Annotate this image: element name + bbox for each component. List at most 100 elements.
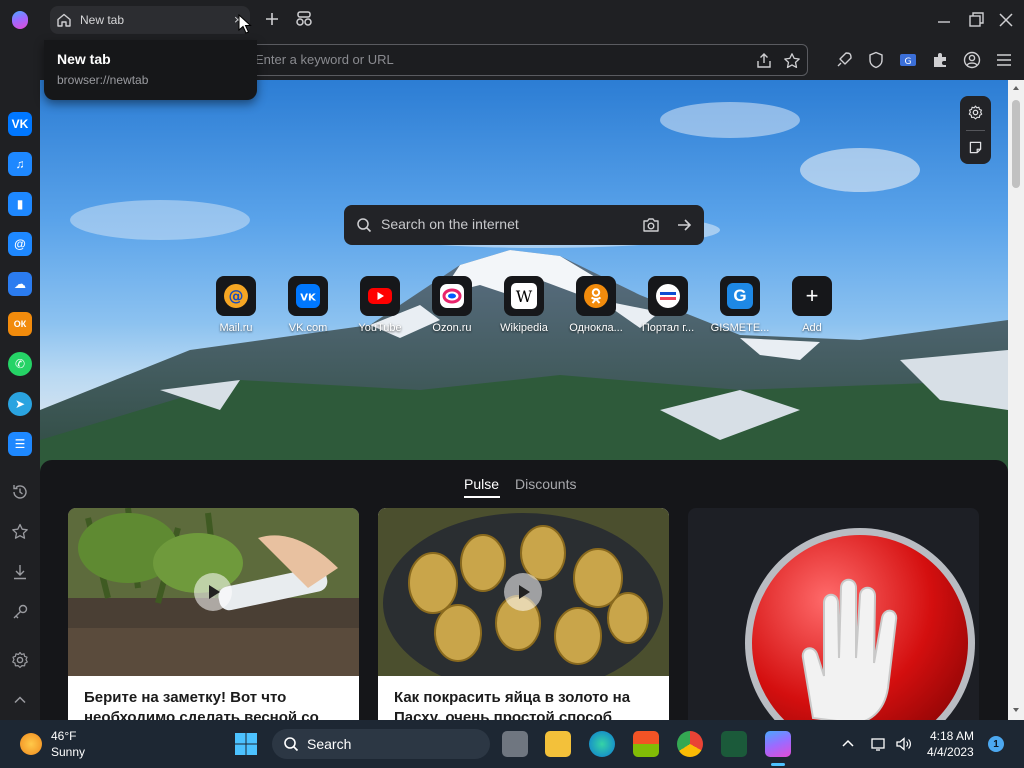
profile-icon[interactable] [962,50,982,70]
tile-youtube[interactable]: YouTube [349,276,411,334]
task-view-icon[interactable] [502,731,528,757]
share-icon[interactable] [755,52,773,70]
active-tab-indicator [464,496,500,498]
solitaire-icon[interactable] [721,731,747,757]
sidebar-app-odnoklassniki[interactable]: ОК [8,312,32,336]
page-settings-panel [960,96,991,164]
scroll-down-arrow-icon[interactable] [1012,706,1020,714]
translate-icon[interactable]: G [898,50,918,70]
tile-add[interactable]: + Add [781,276,843,334]
key-icon[interactable] [10,602,30,622]
sidebar-app-telegram[interactable]: ➤ [8,392,32,416]
tile-label: Однокла... [569,322,623,334]
news-card[interactable]: Как покрасить яйца в золото на Пасху, оч… [378,508,669,720]
mailru-icon: @ [216,276,256,316]
customize-gear-icon[interactable] [967,104,984,121]
bookmarks-star-icon[interactable] [10,522,30,542]
sidebar-app-vk[interactable]: VK [8,112,32,136]
weather-temperature[interactable]: 46°F [51,729,76,743]
downloads-icon[interactable] [10,562,30,582]
history-icon[interactable] [10,482,30,502]
weather-condition[interactable]: Sunny [51,745,85,759]
chrome-icon[interactable] [677,731,703,757]
tile-label: GISMETE... [710,322,770,334]
tile-mail-ru[interactable]: @ Mail.ru [205,276,267,334]
tile-gismeteo[interactable]: G GISMETE... [709,276,771,334]
tile-wikipedia[interactable]: W Wikipedia [493,276,555,334]
address-input[interactable] [255,52,735,67]
tile-label: VK.com [288,322,328,334]
sidebar-app-tasks[interactable]: ☰ [8,432,32,456]
vk-icon: VK [288,276,328,316]
tab-new-tab[interactable]: New tab × [50,6,250,34]
settings-gear-icon[interactable] [10,650,30,670]
news-card[interactable]: Берите на заметку! Вот что необходимо сд… [68,508,359,720]
minimize-icon[interactable] [934,10,954,30]
file-explorer-icon[interactable] [545,731,571,757]
sidebar-app-stats[interactable]: ▮ [8,192,32,216]
microsoft-store-icon[interactable] [633,731,659,757]
tab-pulse[interactable]: Pulse [464,476,499,492]
browser-logo-icon[interactable] [12,11,28,29]
sidebar-app-whatsapp[interactable]: ✆ [8,352,32,376]
ad-card[interactable] [688,508,979,720]
tab-title: New tab [80,13,125,27]
clock-date[interactable]: 4/4/2023 [927,745,974,759]
scroll-up-arrow-icon[interactable] [1012,84,1020,92]
camera-search-icon[interactable] [642,216,660,234]
shield-icon[interactable] [866,50,886,70]
sun-weather-icon[interactable] [20,733,42,755]
close-window-icon[interactable] [996,10,1016,30]
play-video-button[interactable] [194,573,232,611]
browser-taskbar-icon[interactable] [765,731,791,757]
odnoklassniki-icon [576,276,616,316]
tile-ozon[interactable]: Ozon.ru [421,276,483,334]
odnoklassniki-icon: ОК [13,319,27,329]
tile-odnoklassniki[interactable]: Однокла... [565,276,627,334]
taskbar-search-box[interactable]: Search [272,729,490,759]
tile-gosuslugi[interactable]: Портал г... [637,276,699,334]
network-icon[interactable] [870,735,888,753]
new-tab-button[interactable] [262,9,282,29]
arrow-right-icon[interactable] [675,216,693,234]
card-title: Как покрасить яйца в золото на Пасху, оч… [394,689,631,720]
chevron-up-icon[interactable] [840,736,856,752]
new-tab-page: @ Mail.ru VK VK.com YouTube Ozon.ru W Wi… [40,80,1008,720]
tab-groups-icon[interactable] [294,9,314,29]
tile-label: Mail.ru [219,322,253,334]
edge-browser-icon[interactable] [589,731,615,757]
tasks-icon: ☰ [14,437,26,451]
gismeteo-glyph: G [727,283,753,309]
clock-time[interactable]: 4:18 AM [930,729,974,743]
web-search-input[interactable] [381,216,631,232]
web-search-box[interactable] [344,205,704,245]
scrollbar-thumb[interactable] [1012,100,1020,188]
play-video-button[interactable] [504,573,542,611]
music-icon: ♫ [15,157,25,171]
menu-icon[interactable] [994,50,1014,70]
bookmark-star-icon[interactable] [783,52,801,70]
notes-icon[interactable] [967,139,984,156]
extensions-icon[interactable] [930,50,950,70]
restore-icon[interactable] [966,10,986,30]
pulse-feed-panel: Pulse Discounts Берите на заметку! Вот ч… [40,460,1008,720]
mail-at-icon: @ [14,237,26,251]
windows-start-icon[interactable] [234,732,258,756]
sidebar-app-mail[interactable]: @ [8,232,32,256]
tile-vk[interactable]: VK VK.com [277,276,339,334]
ozon-icon [432,276,472,316]
sidebar-app-music[interactable]: ♫ [8,152,32,176]
rocket-icon[interactable] [834,50,854,70]
panel-divider [966,130,985,131]
chevron-up-icon[interactable] [10,690,30,710]
notification-badge[interactable]: 1 [988,736,1004,752]
volume-icon[interactable] [895,735,913,753]
tile-label: Ozon.ru [432,322,472,334]
wikipedia-glyph: W [511,283,537,309]
title-bar: New tab × [0,0,1024,40]
svg-text:@: @ [229,287,244,305]
tab-discounts[interactable]: Discounts [515,476,576,492]
sidebar-app-cloud[interactable]: ☁ [8,272,32,296]
page-scrollbar[interactable] [1008,80,1024,720]
omnibox[interactable] [240,44,808,76]
